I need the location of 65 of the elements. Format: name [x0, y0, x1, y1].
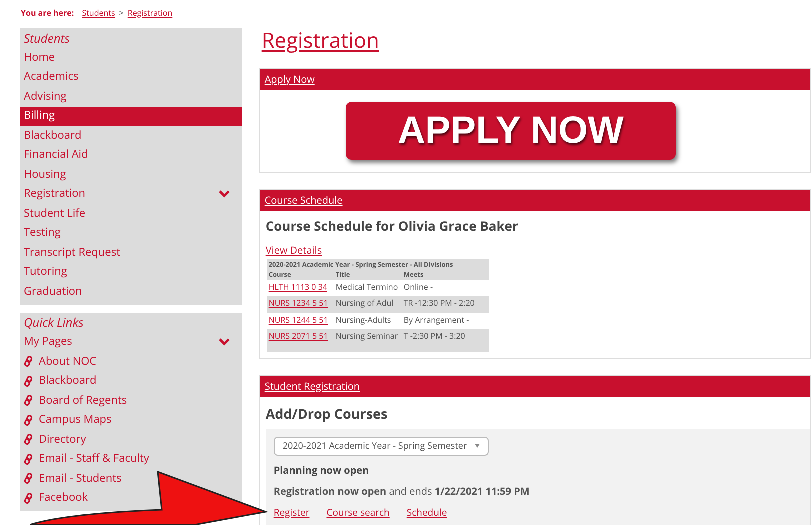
table-cell-text: Nursing-Adults [336, 314, 392, 327]
registration-link[interactable]: Schedule [406, 506, 448, 520]
link-icon [24, 356, 33, 368]
sidebar-item[interactable]: Academics [20, 68, 83, 87]
sidebar-item[interactable]: Advising [20, 87, 71, 106]
page-title[interactable]: Registration [258, 26, 811, 68]
registration-link[interactable]: Course search [326, 506, 390, 520]
planning-status: Planning now open [274, 462, 370, 478]
sidebar-item[interactable]: Billing [20, 106, 242, 126]
course-link[interactable]: NURS 1234 5 51 [268, 298, 336, 310]
sidebar-item[interactable]: Registration [20, 184, 242, 204]
sidebar-heading: Quick Links [23, 314, 85, 332]
dropdown-caret-icon [474, 444, 480, 448]
sidebar-item[interactable]: About NOC [20, 352, 101, 372]
breadcrumb-link[interactable]: Registration [128, 8, 173, 20]
sidebar-item[interactable]: Blackboard [20, 372, 101, 391]
link-icon [24, 434, 33, 446]
sidebar-item[interactable]: Financial Aid [20, 146, 92, 165]
sidebar-item[interactable]: Directory [20, 430, 90, 450]
link-icon [24, 454, 33, 465]
apply-now-button[interactable]: APPLY NOW [346, 102, 676, 160]
sidebar-item[interactable]: Transcript Request [20, 243, 124, 262]
table-cell-text: Nursing Seminar [336, 331, 400, 344]
registration-status: Registration now open and ends 1/22/2021 11:59 PM [274, 484, 531, 498]
sidebar-item[interactable]: Home [20, 48, 60, 68]
course-link[interactable]: HLTH 1113 0 34 [268, 282, 336, 294]
table-cell-text: By Arrangement - [404, 314, 470, 327]
sidebar-item[interactable]: My Pages [20, 332, 242, 352]
breadcrumb-link[interactable]: Students [82, 8, 116, 20]
table-cell-text: TR -12:30 PM - 2:20 [404, 298, 476, 310]
chevron-down-icon [218, 338, 230, 346]
table-cell-text: Online - [404, 282, 434, 294]
table-cell-text: Nursing of Adul [336, 298, 395, 310]
sidebar-item[interactable]: Facebook [20, 488, 92, 508]
table-cell-text: Medical Termino [336, 282, 400, 294]
panel-header-link[interactable]: Apply Now [264, 72, 315, 87]
section-heading: Course Schedule for Olivia Grace Baker [264, 216, 520, 237]
panel-header-link[interactable]: Course Schedule [264, 193, 343, 208]
sidebar-item[interactable]: Housing [20, 165, 70, 184]
sidebar-item[interactable]: Board of Regents [20, 391, 132, 410]
sidebar-item[interactable]: Tutoring [20, 262, 72, 282]
term-select[interactable]: 2020-2021 Academic Year - Spring Semester [274, 436, 489, 456]
sidebar-heading: Students [23, 29, 71, 48]
link-icon [24, 376, 33, 387]
breadcrumb-label: You are here: [21, 8, 74, 20]
course-link[interactable]: NURS 1244 5 51 [268, 314, 336, 327]
view-details-link[interactable]: View Details [266, 243, 322, 257]
breadcrumb-separator: > [119, 8, 124, 20]
link-icon [24, 414, 33, 426]
panel-header-link[interactable]: Student Registration [264, 378, 360, 394]
sidebar-item[interactable]: Email - Staff & Faculty [20, 450, 154, 469]
table-cell-text: T -2:30 PM - 3:20 [404, 331, 466, 344]
section-heading: Add/Drop Courses [264, 404, 389, 424]
sidebar-item[interactable]: Campus Maps [20, 410, 116, 430]
link-icon [24, 395, 33, 406]
link-icon [24, 473, 33, 484]
sidebar-item[interactable]: Blackboard [20, 126, 86, 146]
chevron-down-icon [218, 190, 230, 198]
sidebar-item[interactable]: Student Life [20, 204, 90, 224]
registration-link[interactable]: Register [274, 506, 310, 520]
sidebar-item[interactable]: Graduation [20, 282, 86, 302]
sidebar-item[interactable]: Testing [20, 224, 65, 243]
sidebar-item[interactable]: Email - Students [20, 469, 126, 488]
link-icon [24, 492, 33, 504]
course-link[interactable]: NURS 2071 5 51 [268, 331, 336, 344]
